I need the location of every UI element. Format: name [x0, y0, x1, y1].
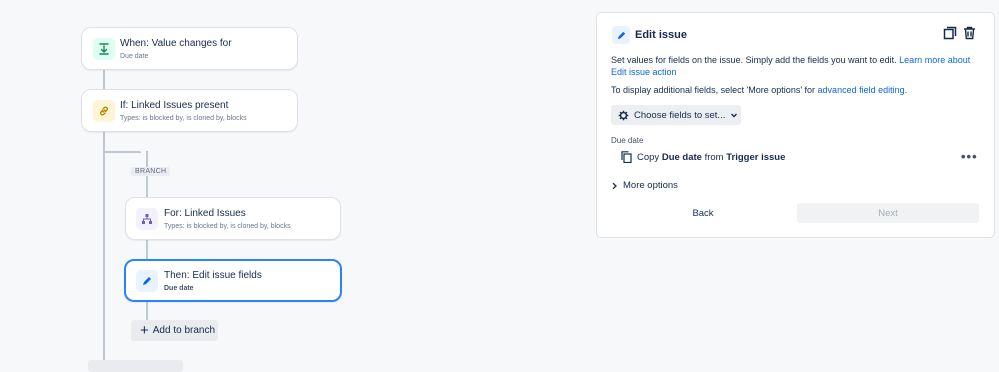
condition-card[interactable]: If: Linked Issues present Types: is bloc…	[81, 89, 298, 132]
trigger-title: When: Value changes for	[120, 38, 232, 49]
panel-title: Edit issue	[635, 29, 687, 41]
branch-card[interactable]: For: Linked Issues Types: is blocked by,…	[125, 197, 341, 240]
choose-fields-button[interactable]: Choose fields to set...	[611, 105, 741, 125]
link-icon	[93, 100, 115, 122]
more-options-toggle[interactable]: More options	[611, 180, 678, 191]
add-to-branch-button[interactable]: + Add to branch	[131, 320, 218, 341]
trigger-download-icon	[93, 38, 115, 60]
pencil-icon	[136, 270, 158, 292]
copy-source: Trigger issue	[726, 151, 786, 163]
plus-icon: +	[140, 322, 149, 339]
copy-field-row[interactable]: Copy Due date from Trigger issue	[621, 151, 785, 163]
hierarchy-icon	[136, 208, 158, 230]
description-text-2: To display additional fields, select 'Mo…	[611, 85, 818, 95]
action-subtitle: Due date	[164, 285, 194, 292]
action-card[interactable]: Then: Edit issue fields Due date	[124, 259, 342, 302]
trash-icon[interactable]	[961, 25, 977, 41]
duplicate-icon[interactable]	[942, 25, 958, 41]
description-text: Set values for fields on the issue. Simp…	[611, 55, 900, 65]
chevron-right-icon	[612, 182, 617, 189]
advanced-field-editing-link[interactable]: advanced field editing.	[818, 85, 908, 95]
chevron-down-icon	[731, 113, 738, 118]
panel-description: Set values for fields on the issue. Simp…	[611, 54, 981, 78]
action-title: Then: Edit issue fields	[164, 270, 262, 281]
condition-title: If: Linked Issues present	[120, 100, 229, 111]
connector-line	[103, 131, 105, 367]
trigger-card[interactable]: When: Value changes for Due date	[81, 27, 298, 70]
add-to-branch-label: Add to branch	[152, 325, 216, 336]
copy-icon	[621, 151, 632, 163]
branch-connector	[103, 151, 141, 153]
branch-badge: BRANCH	[131, 167, 171, 176]
add-component-button[interactable]	[88, 360, 183, 372]
edit-issue-panel: Edit issue Set values for fields on the …	[596, 12, 995, 238]
panel-description-2: To display additional fields, select 'Mo…	[611, 84, 981, 96]
field-label-due-date: Due date	[611, 136, 644, 145]
trigger-subtitle: Due date	[120, 53, 149, 60]
back-button[interactable]: Back	[611, 203, 795, 223]
branch-subtitle: Types: is blocked by, is cloned by, bloc…	[164, 223, 291, 230]
copy-mid: from	[704, 151, 724, 163]
next-button[interactable]: Next	[797, 203, 979, 223]
more-options-label: More options	[623, 180, 678, 191]
copy-prefix: Copy	[637, 151, 660, 163]
more-actions-icon[interactable]: •••	[961, 149, 978, 164]
pencil-icon	[612, 26, 630, 44]
condition-subtitle: Types: is blocked by, is cloned by, bloc…	[120, 115, 247, 122]
choose-fields-label: Choose fields to set...	[634, 109, 726, 121]
branch-title: For: Linked Issues	[164, 208, 246, 219]
copy-field: Due date	[661, 151, 702, 163]
gear-icon	[618, 110, 629, 120]
connector-line	[103, 69, 105, 90]
